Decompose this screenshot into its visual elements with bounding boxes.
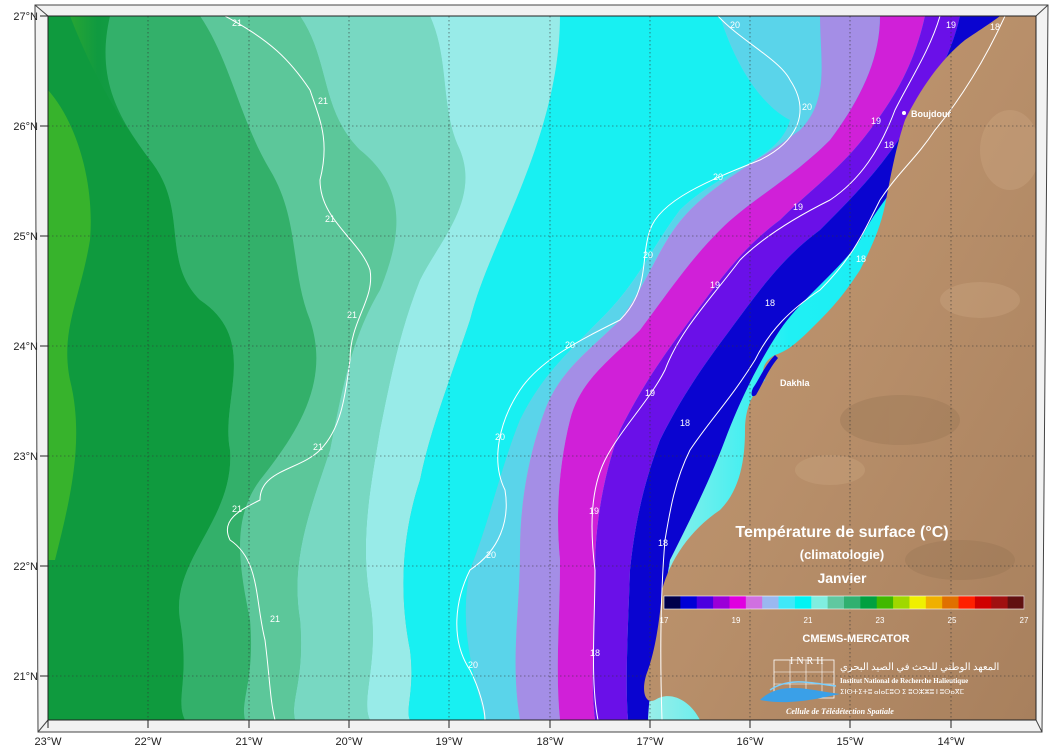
iso-label: 19	[793, 202, 803, 212]
lat-label: 21°N	[13, 671, 38, 683]
iso-label: 21	[347, 310, 357, 320]
colorbar-swatch	[860, 596, 878, 609]
sst-map: 21 21 21 21 21 21 21 20 20 20 20 20 20 1…	[13, 4, 1049, 748]
iso-label: 20	[802, 102, 812, 112]
colorbar-label: 27	[1020, 616, 1029, 625]
lon-label: 17°W	[636, 736, 664, 748]
lat-label: 27°N	[13, 11, 38, 23]
colorbar-swatch	[762, 596, 780, 609]
iso-label: 18	[765, 298, 775, 308]
iso-label: 18	[990, 22, 1000, 32]
lon-label: 19°W	[435, 736, 463, 748]
longitude-labels: 23°W 22°W 21°W 20°W 19°W 18°W 17°W 16°W …	[34, 736, 965, 748]
iso-label: 18	[856, 254, 866, 264]
legend-title: Température de surface (°C)	[735, 524, 948, 541]
iso-label: 21	[232, 18, 242, 28]
logo-acronym: INRH	[790, 656, 826, 667]
data-source: CMEMS-MERCATOR	[802, 633, 909, 645]
colorbar-label: 19	[732, 616, 741, 625]
lon-label: 20°W	[335, 736, 363, 748]
colorbar-swatch	[827, 596, 845, 609]
lat-label: 22°N	[13, 561, 38, 573]
iso-label: 20	[643, 250, 653, 260]
iso-label: 20	[565, 340, 575, 350]
colorbar-swatch	[893, 596, 910, 609]
colorbar-swatch	[974, 596, 992, 609]
lat-label: 25°N	[13, 231, 38, 243]
colorbar-swatch	[925, 596, 943, 609]
colorbar-label: 21	[804, 616, 813, 625]
iso-label: 21	[318, 96, 328, 106]
iso-label: 19	[946, 20, 956, 30]
iso-label: 19	[871, 116, 881, 126]
city-label: Boujdour	[911, 109, 951, 119]
colorbar-swatch	[713, 596, 730, 609]
lon-label: 15°W	[836, 736, 864, 748]
colorbar-swatch	[876, 596, 894, 609]
lon-label: 16°W	[736, 736, 764, 748]
city-marker	[902, 111, 906, 115]
iso-label: 18	[884, 140, 894, 150]
colorbar-swatch	[745, 596, 763, 609]
colorbar-swatch	[811, 596, 829, 609]
lon-label: 14°W	[937, 736, 965, 748]
colorbar-swatch	[958, 596, 976, 609]
colorbar-swatch	[1007, 596, 1025, 609]
colorbar-swatch	[680, 596, 698, 609]
colorbar-label: 23	[876, 616, 885, 625]
city-label: Dakhla	[780, 378, 811, 388]
colorbar-swatch	[664, 596, 681, 609]
iso-label: 18	[658, 538, 668, 548]
iso-label: 20	[486, 550, 496, 560]
city-dakhla: Dakhla	[780, 378, 811, 388]
iso-label: 19	[589, 506, 599, 516]
logo-arabic: المعهد الوطني للبحث في الصيد البحري	[840, 662, 999, 673]
latitude-labels: 27°N 26°N 25°N 24°N 23°N 22°N 21°N	[13, 11, 38, 683]
lon-label: 21°W	[235, 736, 263, 748]
logo-tifinagh: ⵉⵏⵙⵜⵉⵜⵓ ⴰⵏⴰⵎⵓⵔ ⵉ ⵓⵔⵣⵣⵓ ⵏ ⵓⵙⴰⴳⵎ	[840, 688, 964, 696]
colorbar-swatch	[942, 596, 960, 609]
iso-label: 18	[680, 418, 690, 428]
colorbar-swatch	[696, 596, 714, 609]
colorbar-label: 17	[660, 616, 669, 625]
colorbar-swatch	[794, 596, 812, 609]
iso-label: 21	[270, 614, 280, 624]
colorbar-label: 25	[948, 616, 957, 625]
iso-label: 21	[313, 442, 323, 452]
lat-label: 23°N	[13, 451, 38, 463]
iso-label: 19	[710, 280, 720, 290]
legend-month: Janvier	[817, 570, 867, 586]
colorbar-swatch	[729, 596, 747, 609]
lon-label: 18°W	[536, 736, 564, 748]
colorbar-swatch	[778, 596, 796, 609]
colorbar-swatch	[909, 596, 927, 609]
iso-label: 19	[645, 388, 655, 398]
iso-label: 21	[232, 504, 242, 514]
iso-label: 18	[590, 648, 600, 658]
iso-label: 20	[495, 432, 505, 442]
iso-label: 21	[325, 214, 335, 224]
iso-label: 20	[730, 20, 740, 30]
lon-label: 23°W	[34, 736, 62, 748]
lon-label: 22°W	[134, 736, 162, 748]
lat-label: 24°N	[13, 341, 38, 353]
logo-french: Institut National de Recherche Halieutiq…	[840, 677, 968, 685]
legend-subtitle: (climatologie)	[800, 547, 885, 562]
iso-label: 20	[468, 660, 478, 670]
colorbar	[663, 595, 1025, 610]
iso-label: 20	[713, 172, 723, 182]
colorbar-swatch	[991, 596, 1009, 609]
logo-unit: Cellule de Télédétection Spatiale	[786, 707, 894, 716]
colorbar-swatch	[844, 596, 861, 609]
lat-label: 26°N	[13, 121, 38, 133]
